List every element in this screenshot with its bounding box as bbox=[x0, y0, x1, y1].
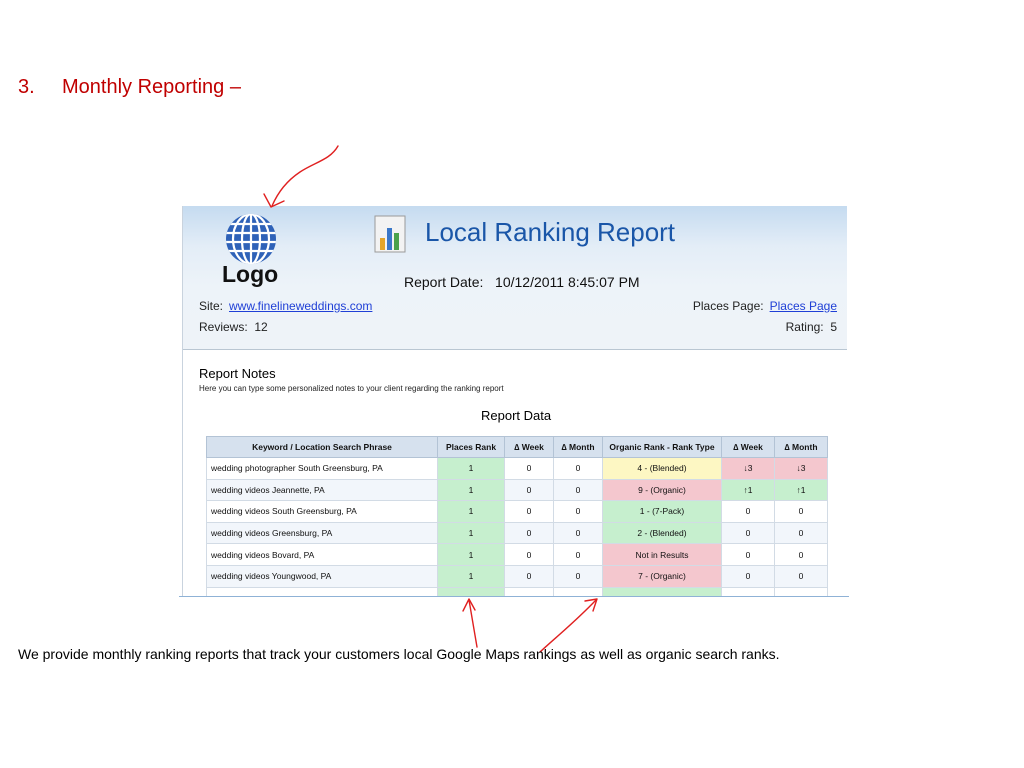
arrow-to-organic-rank bbox=[539, 599, 597, 653]
caption-text: We provide monthly ranking reports that … bbox=[18, 646, 780, 662]
arrow-to-logo bbox=[271, 145, 339, 207]
